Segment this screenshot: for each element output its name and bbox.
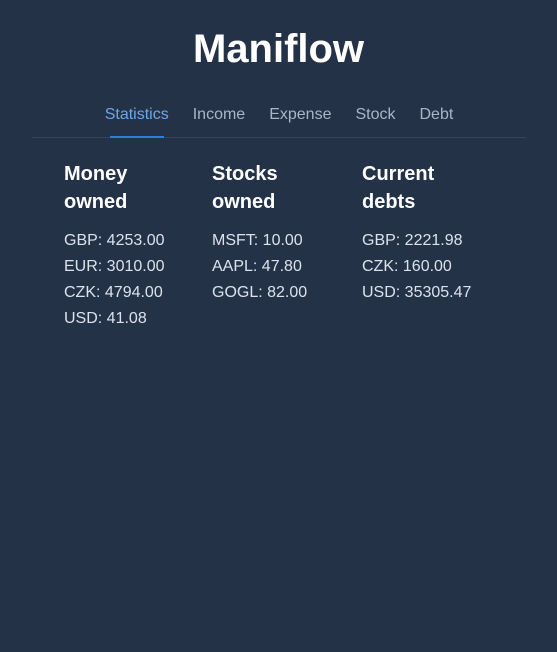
stocks-owned-heading: Stocks owned	[212, 163, 278, 213]
tab-statistics[interactable]: Statistics	[93, 92, 181, 138]
money-item: GBP: 4253.00	[64, 232, 165, 249]
debt-item: GBP: 2221.98	[362, 232, 463, 249]
tab-expense[interactable]: Expense	[257, 92, 343, 137]
stock-item: MSFT: 10.00	[212, 232, 303, 249]
app-title: Maniflow	[192, 27, 365, 71]
tab-stock[interactable]: Stock	[343, 92, 407, 137]
money-item: USD: 41.08	[64, 310, 147, 327]
debt-item: CZK: 160.00	[362, 258, 452, 275]
stocks-owned-section: Stocks owned MSFT: 10.00 AAPL: 47.80 GOG…	[212, 160, 322, 306]
tab-bar: Statistics Income Expense Stock Debt	[32, 92, 526, 138]
money-item: EUR: 3010.00	[64, 258, 165, 275]
debt-item: USD: 35305.47	[362, 284, 472, 301]
money-owned-section: Money owned GBP: 4253.00 EUR: 3010.00 CZ…	[64, 160, 174, 332]
money-item: CZK: 4794.00	[64, 284, 163, 301]
tab-debt[interactable]: Debt	[407, 92, 465, 137]
stock-item: GOGL: 82.00	[212, 284, 308, 301]
current-debts-heading: Current debts	[362, 163, 435, 213]
money-owned-heading: Money owned	[64, 163, 128, 213]
stock-item: AAPL: 47.80	[212, 258, 302, 275]
tab-income[interactable]: Income	[181, 92, 257, 137]
current-debts-section: Current debts GBP: 2221.98 CZK: 160.00 U…	[362, 160, 472, 306]
